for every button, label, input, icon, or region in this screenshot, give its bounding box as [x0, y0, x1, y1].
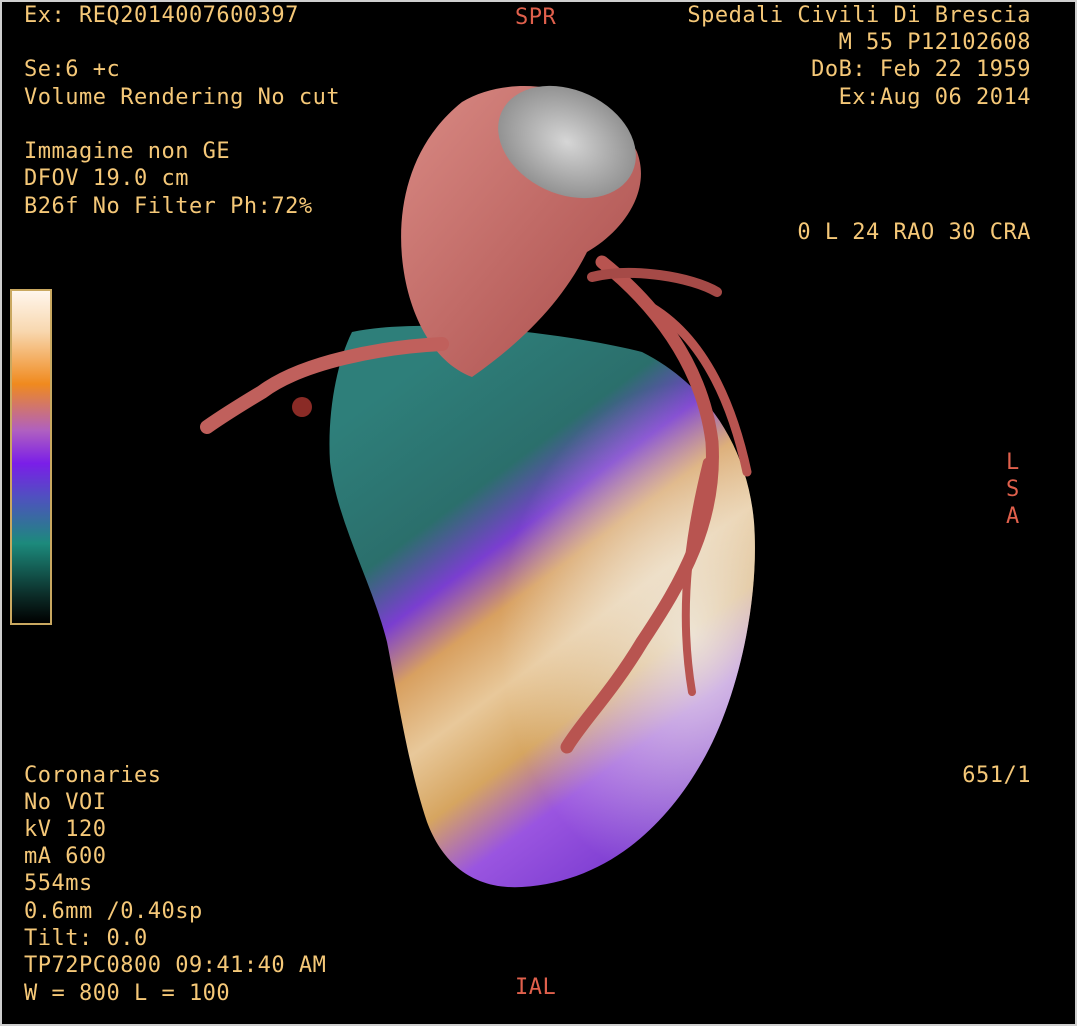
ct-volume-viewport[interactable]: Ex: REQ2014007600397 Se:6 +c Volume Rend… [0, 0, 1077, 1026]
slice-label: 0.6mm /0.40sp [24, 899, 203, 924]
image-index-label: 651/1 [962, 763, 1031, 788]
image-note-label: Immagine non GE [24, 139, 231, 164]
patient-label: M 55 P12102608 [838, 30, 1031, 55]
series-label: Se:6 +c [24, 57, 121, 82]
render-mode-label: Volume Rendering No cut [24, 85, 341, 110]
orientation-right-3: A [1006, 504, 1020, 529]
kv-label: kV 120 [24, 817, 107, 842]
left-main-branch [587, 268, 722, 297]
institution-label: Spedali Civili Di Brescia [687, 3, 1031, 28]
orientation-right-2: S [1006, 477, 1020, 502]
window-level-label: W = 800 L = 100 [24, 981, 231, 1006]
vessel-fragment [292, 397, 312, 417]
ma-label: mA 600 [24, 844, 107, 869]
orientation-bottom: IAL [515, 975, 557, 1000]
color-scale-gradient [12, 291, 50, 623]
view-angle-label: 0 L 24 RAO 30 CRA [797, 220, 1031, 245]
tilt-label: Tilt: 0.0 [24, 926, 148, 951]
dfov-label: DFOV 19.0 cm [24, 166, 189, 191]
dob-label: DoB: Feb 22 1959 [811, 57, 1031, 82]
exam-date-label: Ex:Aug 06 2014 [838, 85, 1031, 110]
orientation-top: SPR [515, 5, 557, 30]
exam-id-label: Ex: REQ2014007600397 [24, 3, 299, 28]
color-scale-bar [10, 289, 52, 625]
myocardium-highlight [329, 325, 755, 888]
filter-label: B26f No Filter Ph:72% [24, 194, 313, 219]
orientation-right-1: L [1006, 450, 1020, 475]
timestamp-label: TP72PC0800 09:41:40 AM [24, 953, 327, 978]
time-label: 554ms [24, 871, 93, 896]
preset-label: Coronaries [24, 763, 162, 788]
voi-label: No VOI [24, 790, 107, 815]
